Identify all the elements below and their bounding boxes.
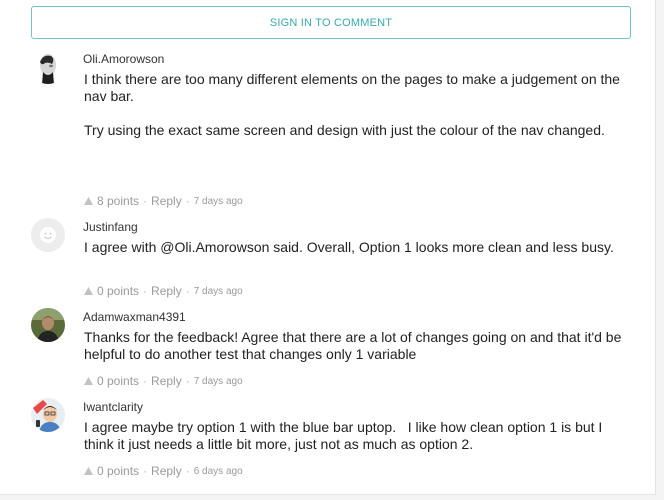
avatar[interactable] [31, 308, 65, 342]
separator-dot: · [143, 464, 148, 478]
comment-meta: 0 points · Reply · 7 days ago [84, 284, 243, 298]
default-avatar-smiley-icon [31, 218, 65, 252]
comment-paragraph: I agree with @Oli.Amorowson said. Overal… [84, 239, 614, 255]
points-count: 0 points [97, 284, 140, 298]
comment-timestamp[interactable]: 7 days ago [194, 286, 243, 297]
reply-link[interactable]: Reply [151, 374, 182, 388]
separator-dot: · [185, 194, 190, 208]
avatar-oli-image [31, 50, 65, 84]
comment-meta: 0 points · Reply · 6 days ago [84, 464, 243, 478]
reply-link[interactable]: Reply [151, 464, 182, 478]
comment-meta: 8 points · Reply · 7 days ago [84, 194, 243, 208]
avatar-adam-image [31, 308, 65, 342]
separator-dot: · [185, 464, 190, 478]
separator-dot: · [185, 374, 190, 388]
upvote-icon[interactable] [84, 374, 93, 388]
comment-timestamp[interactable]: 7 days ago [194, 376, 243, 387]
upvote-icon[interactable] [84, 464, 93, 478]
separator-dot: · [185, 284, 190, 298]
comment-timestamp[interactable]: 7 days ago [194, 196, 243, 207]
reply-link[interactable]: Reply [151, 194, 182, 208]
avatar[interactable] [31, 398, 65, 432]
comment-author[interactable]: Adamwaxman4391 [83, 310, 186, 324]
comment-author[interactable]: Oli.Amorowson [83, 52, 164, 66]
comment-timestamp[interactable]: 6 days ago [194, 466, 243, 477]
points-count: 0 points [97, 374, 140, 388]
separator-dot: · [143, 374, 148, 388]
comment-paragraph: I think there are too many different ele… [84, 71, 620, 104]
comment-meta: 0 points · Reply · 7 days ago [84, 374, 243, 388]
comment-paragraph: I agree maybe try option 1 with the blue… [84, 419, 607, 452]
separator-dot: · [143, 284, 148, 298]
comment-author[interactable]: Justinfang [83, 220, 138, 234]
avatar[interactable] [31, 50, 65, 84]
points-count: 0 points [97, 464, 140, 478]
comment-paragraph: Thanks for the feedback! Agree that ther… [84, 329, 622, 362]
avatar-iwantclarity-image [31, 398, 65, 432]
comment-body: I agree with @Oli.Amorowson said. Overal… [84, 239, 624, 256]
comment-author[interactable]: Iwantclarity [83, 400, 143, 414]
comment-paragraph: Try using the exact same screen and desi… [84, 122, 605, 138]
sign-in-to-comment-button[interactable]: SIGN IN TO COMMENT [31, 6, 631, 39]
comments-panel: SIGN IN TO COMMENT Oli.Amorowson I think… [0, 0, 656, 495]
comment-body: Thanks for the feedback! Agree that ther… [84, 329, 624, 363]
comment-body: I agree maybe try option 1 with the blue… [84, 419, 624, 453]
upvote-icon[interactable] [84, 284, 93, 298]
upvote-icon[interactable] [84, 194, 93, 208]
comment-body: I think there are too many different ele… [84, 71, 624, 139]
separator-dot: · [143, 194, 148, 208]
points-count: 8 points [97, 194, 140, 208]
reply-link[interactable]: Reply [151, 284, 182, 298]
avatar[interactable] [31, 218, 65, 252]
